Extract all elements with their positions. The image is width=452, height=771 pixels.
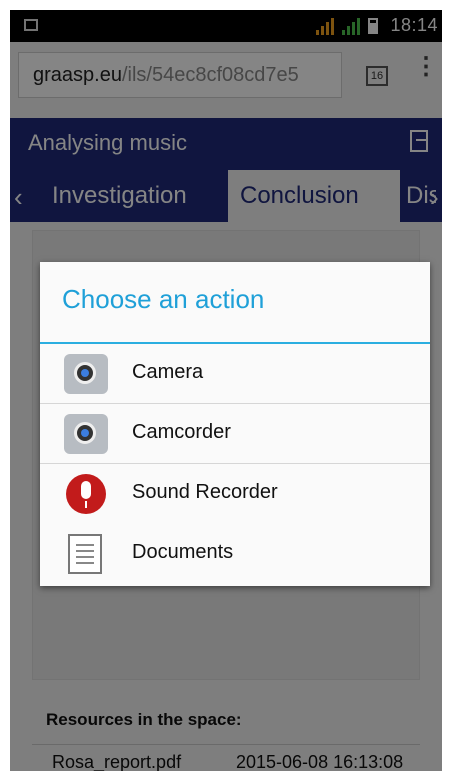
phone-screen: 18:14 graasp.eu/ils/54ec8cf08cd7e5 16 ⋮ … bbox=[10, 10, 442, 771]
action-camera[interactable]: Camera bbox=[40, 344, 430, 404]
choose-action-dialog: Choose an action Camera Camcorder Sound … bbox=[40, 262, 430, 586]
microphone-icon bbox=[66, 474, 106, 514]
action-label: Documents bbox=[132, 541, 234, 563]
camcorder-icon bbox=[64, 414, 108, 454]
action-sound-recorder[interactable]: Sound Recorder bbox=[40, 464, 430, 524]
action-label: Sound Recorder bbox=[132, 481, 278, 503]
action-documents[interactable]: Documents bbox=[40, 524, 430, 584]
document-icon bbox=[68, 534, 102, 574]
dialog-title: Choose an action bbox=[62, 284, 265, 314]
camera-icon bbox=[64, 354, 108, 394]
action-camcorder[interactable]: Camcorder bbox=[40, 404, 430, 464]
action-label: Camcorder bbox=[132, 421, 231, 443]
action-label: Camera bbox=[132, 361, 204, 383]
